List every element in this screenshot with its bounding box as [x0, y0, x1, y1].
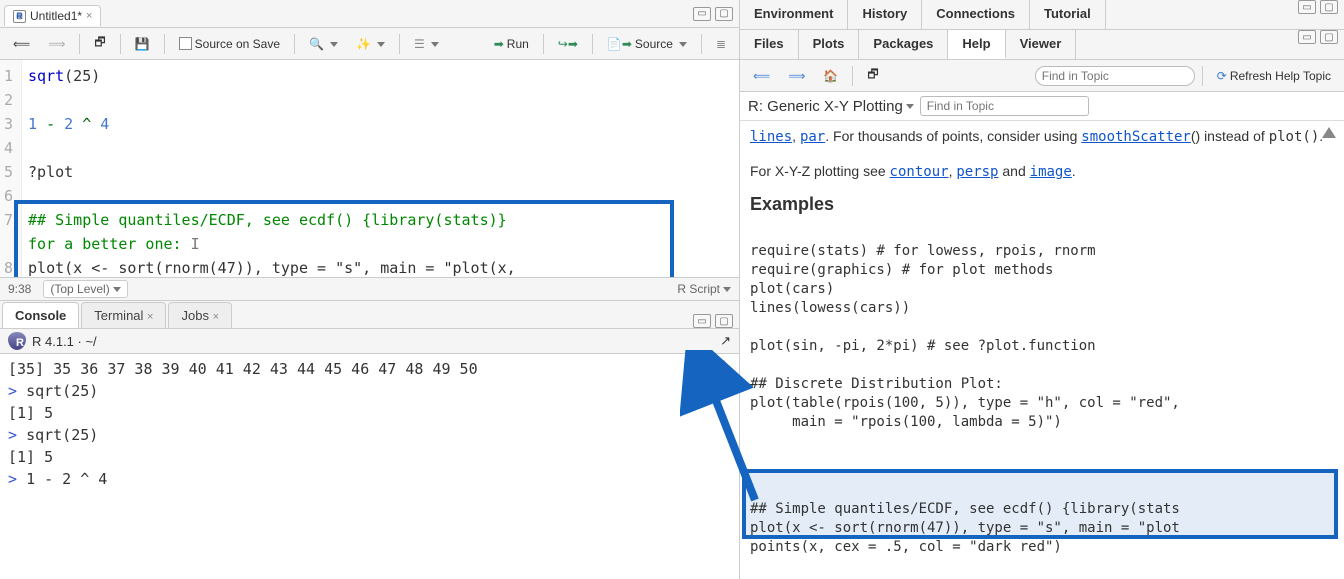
- search-icon: 🔍: [309, 37, 324, 51]
- help-toolbar: ⟸ ⟹ 🏠 🗗 ⟳ Refresh Help Topic: [740, 60, 1344, 92]
- help-back-button[interactable]: ⟸: [746, 65, 777, 87]
- scroll-up-icon[interactable]: [1322, 127, 1336, 138]
- line-gutter: 1 2 3 4 5 6 7 8 9: [0, 60, 22, 277]
- find-in-topic-input[interactable]: [920, 96, 1089, 116]
- tab-connections[interactable]: Connections: [922, 0, 1030, 29]
- example-code: require(stats) # for lowess, rpois, rnor…: [750, 223, 1334, 432]
- scope-selector[interactable]: (Top Level): [43, 280, 127, 298]
- link-smoothscatter[interactable]: smoothScatter: [1081, 129, 1191, 145]
- tab-terminal[interactable]: Terminal ×: [81, 302, 166, 328]
- forward-button[interactable]: ⟹: [41, 33, 72, 55]
- tab-console[interactable]: Console: [2, 302, 79, 328]
- save-button[interactable]: 💾: [128, 33, 157, 55]
- tab-jobs[interactable]: Jobs ×: [168, 302, 232, 328]
- cursor-position: 9:38: [8, 282, 31, 296]
- source-on-save-toggle[interactable]: Source on Save: [172, 33, 287, 55]
- refresh-icon: ⟳: [1217, 69, 1227, 83]
- help-page-title[interactable]: R: Generic X-Y Plotting: [748, 98, 914, 115]
- back-button[interactable]: ⟸: [6, 33, 37, 55]
- outline-icon: ☰: [414, 37, 425, 51]
- code-area[interactable]: sqrt(25) 1 - 2 ^ 4 ?plot ## Simple quant…: [22, 60, 739, 277]
- r-document-icon: R: [13, 10, 26, 23]
- example-code-highlighted: ## Simple quantiles/ECDF, see ecdf() {li…: [750, 481, 1180, 557]
- help-title-bar: R: Generic X-Y Plotting: [740, 92, 1344, 121]
- code-editor[interactable]: 1 2 3 4 5 6 7 8 9 sqrt(25) 1 - 2 ^ 4 ?pl…: [0, 60, 739, 277]
- maximize-pane-icon[interactable]: ▢: [1320, 30, 1338, 44]
- link-lines[interactable]: lines: [750, 129, 792, 145]
- rerun-icon: ↪➡: [558, 37, 578, 51]
- editor-toolbar: ⟸ ⟹ 🗗 💾 Source on Save 🔍 ✨ ☰ ➡ Run ↪➡ 📄➡…: [0, 28, 739, 60]
- show-in-new-window-button[interactable]: 🗗: [87, 29, 112, 58]
- minimize-pane-icon[interactable]: ▭: [693, 7, 711, 21]
- arrow-right-icon: ⟹: [788, 69, 805, 83]
- help-popout-button[interactable]: 🗗: [860, 61, 885, 90]
- help-forward-button[interactable]: ⟹: [781, 65, 812, 87]
- editor-tab-untitled[interactable]: R Untitled1* ×: [4, 5, 101, 26]
- console-output[interactable]: [35] 35 36 37 38 39 40 41 42 43 44 45 46…: [0, 354, 739, 579]
- help-home-button[interactable]: 🏠: [816, 65, 845, 87]
- close-icon[interactable]: ×: [86, 10, 92, 22]
- editor-status-bar: 9:38 (Top Level) R Script: [0, 277, 739, 301]
- arrow-left-icon: ⟸: [13, 37, 30, 51]
- tab-files[interactable]: Files: [740, 30, 799, 59]
- minimize-pane-icon[interactable]: ▭: [693, 314, 711, 328]
- run-button[interactable]: ➡ Run: [487, 33, 536, 55]
- outline-button[interactable]: ☰: [407, 33, 446, 55]
- examples-heading: Examples: [750, 193, 1334, 215]
- source-arrow-icon: 📄➡: [607, 37, 632, 51]
- scroll-up-icon[interactable]: [717, 360, 731, 371]
- help-content[interactable]: lines, par. For thousands of points, con…: [740, 121, 1344, 579]
- outline-panel-button[interactable]: ≣: [709, 33, 733, 55]
- minimize-pane-icon[interactable]: ▭: [1298, 0, 1316, 14]
- maximize-pane-icon[interactable]: ▢: [715, 7, 733, 21]
- home-icon: 🏠: [823, 69, 838, 83]
- tab-history[interactable]: History: [848, 0, 922, 29]
- tab-tutorial[interactable]: Tutorial: [1030, 0, 1106, 29]
- tab-packages[interactable]: Packages: [859, 30, 948, 59]
- help-panel-tabs: Files Plots Packages Help Viewer ▭ ▢: [740, 30, 1344, 60]
- help-search-input[interactable]: [1035, 66, 1195, 86]
- file-type-selector[interactable]: R Script: [677, 282, 731, 296]
- arrow-left-icon: ⟸: [753, 69, 770, 83]
- run-arrow-icon: ➡: [494, 37, 504, 51]
- popout-icon: 🗗: [94, 33, 105, 54]
- magic-wand-icon: ✨: [356, 37, 371, 51]
- editor-tab-bar: R Untitled1* × ▭ ▢: [0, 0, 739, 28]
- maximize-pane-icon[interactable]: ▢: [715, 314, 733, 328]
- close-icon[interactable]: ×: [147, 311, 153, 323]
- popout-icon: 🗗: [867, 65, 878, 86]
- text-cursor-icon: I: [182, 235, 200, 253]
- link-contour[interactable]: contour: [890, 164, 949, 180]
- r-version-label: R 4.1.1 · ~/: [32, 334, 97, 349]
- tab-viewer[interactable]: Viewer: [1006, 30, 1077, 59]
- link-persp[interactable]: persp: [956, 164, 998, 180]
- r-logo-icon: [8, 332, 26, 350]
- editor-tab-title: Untitled1*: [30, 9, 82, 23]
- maximize-pane-icon[interactable]: ▢: [1320, 0, 1338, 14]
- minimize-pane-icon[interactable]: ▭: [1298, 30, 1316, 44]
- source-button[interactable]: 📄➡ Source: [600, 33, 694, 55]
- console-panel-tabs: Console Terminal × Jobs × ▭ ▢: [0, 301, 739, 329]
- tab-help[interactable]: Help: [948, 30, 1005, 59]
- rerun-button[interactable]: ↪➡: [551, 33, 585, 55]
- checkbox-icon: [179, 37, 192, 50]
- find-button[interactable]: 🔍: [302, 33, 345, 55]
- link-image[interactable]: image: [1030, 164, 1072, 180]
- tab-plots[interactable]: Plots: [799, 30, 860, 59]
- list-icon: ≣: [716, 37, 726, 51]
- wand-button[interactable]: ✨: [349, 33, 392, 55]
- arrow-right-icon: ⟹: [48, 37, 65, 51]
- refresh-help-button[interactable]: ⟳ Refresh Help Topic: [1210, 65, 1338, 87]
- popout-icon[interactable]: ↗: [720, 333, 731, 349]
- top-right-tabs: Environment History Connections Tutorial…: [740, 0, 1344, 30]
- link-par[interactable]: par: [800, 129, 825, 145]
- console-info-bar: R 4.1.1 · ~/ ↗: [0, 329, 739, 354]
- tab-environment[interactable]: Environment: [740, 0, 848, 29]
- close-icon[interactable]: ×: [213, 311, 219, 323]
- save-icon: 💾: [135, 37, 150, 51]
